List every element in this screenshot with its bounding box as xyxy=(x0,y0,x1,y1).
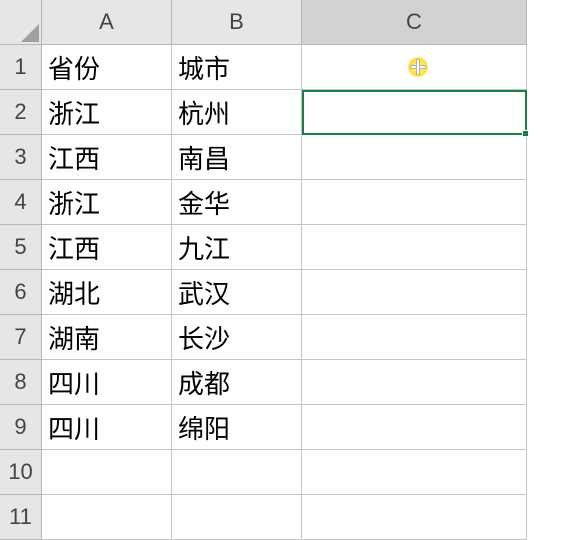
cell-b1[interactable]: 城市 xyxy=(172,45,302,90)
col-header-b[interactable]: B xyxy=(172,0,302,45)
row-header-7[interactable]: 7 xyxy=(0,315,42,360)
cell-c10[interactable] xyxy=(302,450,527,495)
cell-b6[interactable]: 武汉 xyxy=(172,270,302,315)
cell-c5[interactable] xyxy=(302,225,527,270)
spreadsheet-grid: A B C 1 省份 城市 2 浙江 杭州 3 江西 南昌 4 浙江 金华 5 … xyxy=(0,0,580,540)
cell-a7[interactable]: 湖南 xyxy=(42,315,172,360)
cell-b9[interactable]: 绵阳 xyxy=(172,405,302,450)
row-header-10[interactable]: 10 xyxy=(0,450,42,495)
row-header-9[interactable]: 9 xyxy=(0,405,42,450)
cell-a1[interactable]: 省份 xyxy=(42,45,172,90)
row-header-5[interactable]: 5 xyxy=(0,225,42,270)
row-header-11[interactable]: 11 xyxy=(0,495,42,540)
row-header-4[interactable]: 4 xyxy=(0,180,42,225)
cell-b4[interactable]: 金华 xyxy=(172,180,302,225)
cell-a5[interactable]: 江西 xyxy=(42,225,172,270)
cell-c3[interactable] xyxy=(302,135,527,180)
cell-b11[interactable] xyxy=(172,495,302,540)
cell-b10[interactable] xyxy=(172,450,302,495)
cell-b2[interactable]: 杭州 xyxy=(172,90,302,135)
row-header-8[interactable]: 8 xyxy=(0,360,42,405)
cell-a2[interactable]: 浙江 xyxy=(42,90,172,135)
cell-a9[interactable]: 四川 xyxy=(42,405,172,450)
cell-c2[interactable] xyxy=(302,90,527,135)
row-header-6[interactable]: 6 xyxy=(0,270,42,315)
cell-b7[interactable]: 长沙 xyxy=(172,315,302,360)
cell-a6[interactable]: 湖北 xyxy=(42,270,172,315)
cell-c6[interactable] xyxy=(302,270,527,315)
cell-b8[interactable]: 成都 xyxy=(172,360,302,405)
cell-c11[interactable] xyxy=(302,495,527,540)
cell-a8[interactable]: 四川 xyxy=(42,360,172,405)
cell-a11[interactable] xyxy=(42,495,172,540)
cell-a3[interactable]: 江西 xyxy=(42,135,172,180)
cell-c8[interactable] xyxy=(302,360,527,405)
cell-b5[interactable]: 九江 xyxy=(172,225,302,270)
cell-c7[interactable] xyxy=(302,315,527,360)
cell-c4[interactable] xyxy=(302,180,527,225)
cell-a10[interactable] xyxy=(42,450,172,495)
cell-c9[interactable] xyxy=(302,405,527,450)
cell-a4[interactable]: 浙江 xyxy=(42,180,172,225)
col-header-c[interactable]: C xyxy=(302,0,527,45)
col-header-a[interactable]: A xyxy=(42,0,172,45)
cell-b3[interactable]: 南昌 xyxy=(172,135,302,180)
cell-c1[interactable] xyxy=(302,45,527,90)
row-header-1[interactable]: 1 xyxy=(0,45,42,90)
row-header-3[interactable]: 3 xyxy=(0,135,42,180)
select-all-corner[interactable] xyxy=(0,0,42,45)
row-header-2[interactable]: 2 xyxy=(0,90,42,135)
